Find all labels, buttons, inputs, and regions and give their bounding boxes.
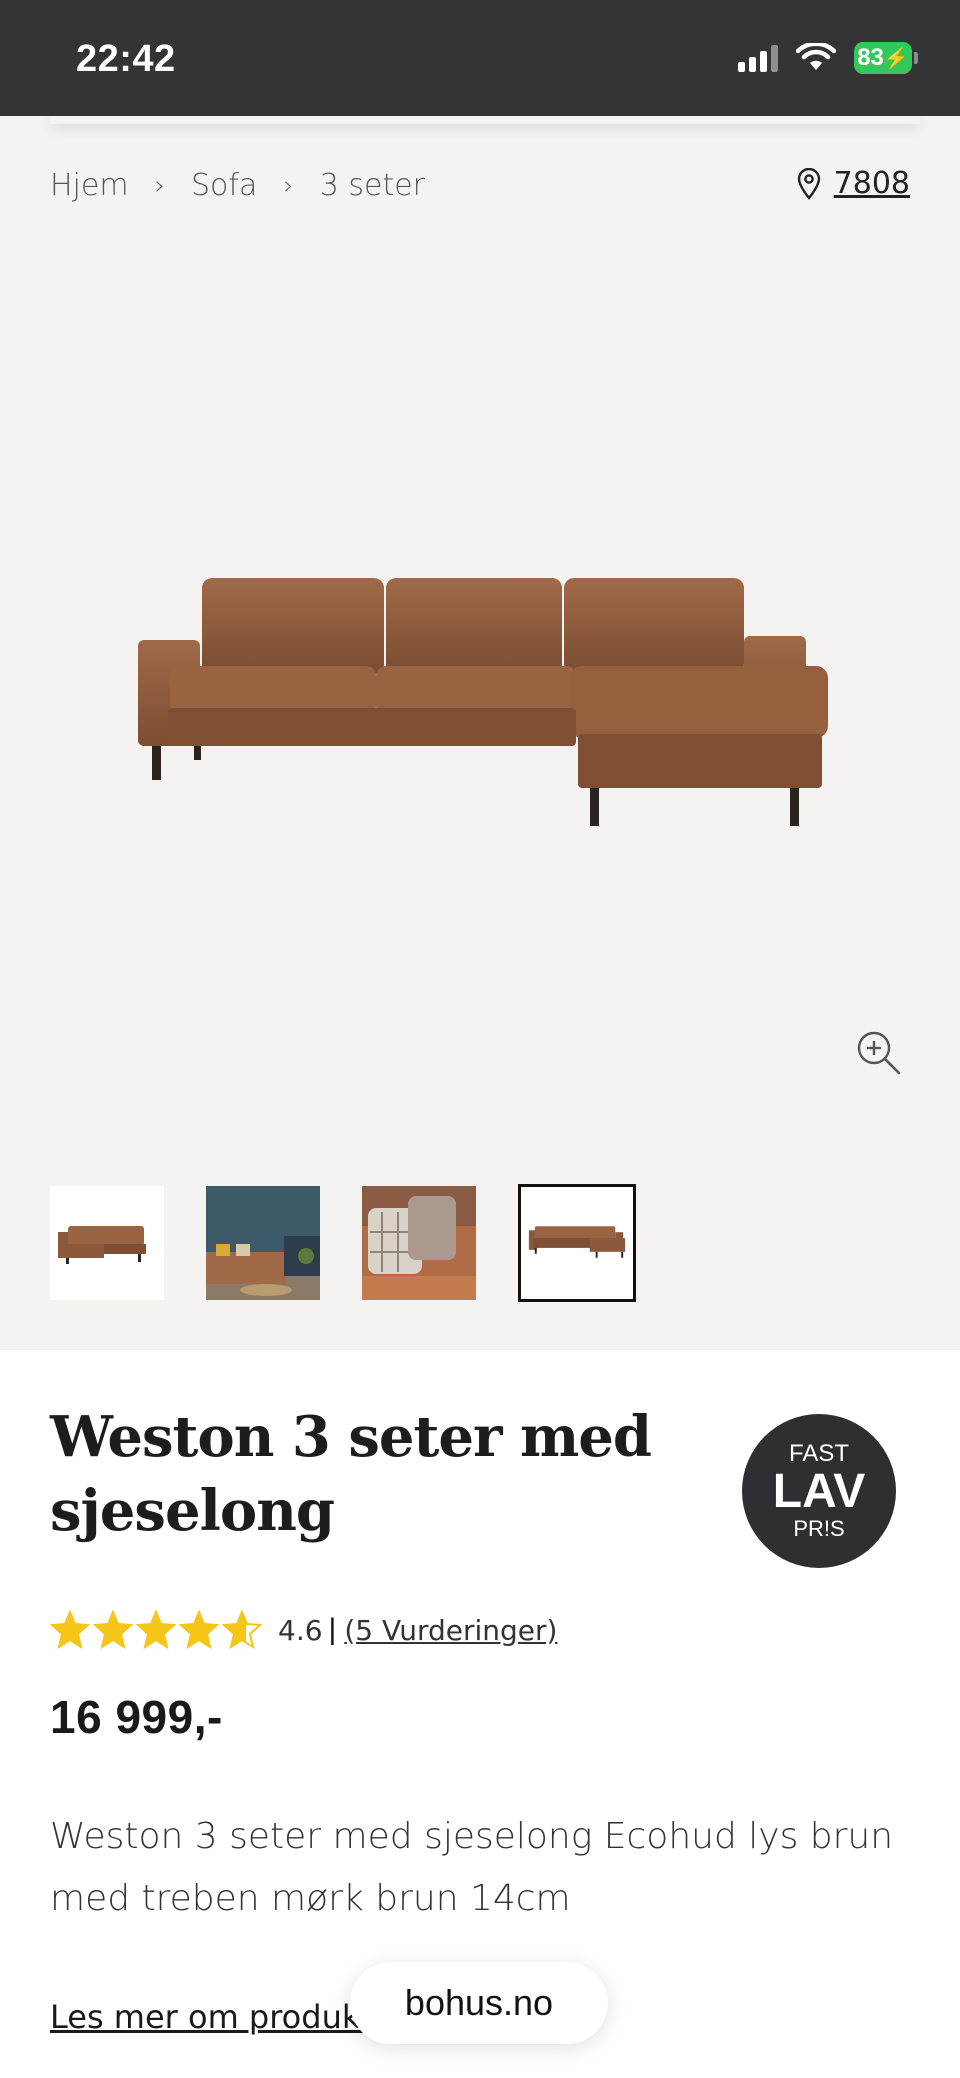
rating-stars	[50, 1610, 262, 1650]
product-description: Weston 3 seter med sjeselong Ecohud lys …	[50, 1816, 894, 1919]
location-pin-icon	[797, 167, 820, 200]
battery-level: 83	[857, 44, 884, 71]
product-price: 16 999,-	[50, 1691, 223, 1743]
wifi-icon	[796, 43, 836, 70]
store-location[interactable]: 7808	[796, 166, 910, 201]
star-icon	[222, 1610, 262, 1650]
chevron-right-icon: ›	[154, 170, 165, 201]
star-icon	[136, 1610, 176, 1650]
breadcrumb: Hjem › Sofa › 3 seter	[50, 168, 425, 203]
cellular-signal-icon	[738, 44, 778, 72]
badge-line-3: PR!S	[793, 1516, 845, 1541]
product-image-sofa[interactable]	[130, 556, 830, 956]
star-icon	[50, 1610, 90, 1650]
status-bar: 22:42 83 ⚡	[0, 0, 960, 116]
badge-line-2: LAV	[772, 1465, 866, 1518]
product-rating: 4.6 | (5 Vurderinger)	[50, 1610, 557, 1650]
star-icon	[93, 1610, 133, 1650]
read-more-link[interactable]: Les mer om produkt	[50, 1998, 373, 2036]
thumbnail-4-selected[interactable]	[518, 1184, 636, 1302]
star-icon	[179, 1610, 219, 1650]
rating-separator: |	[328, 1613, 337, 1646]
breadcrumb-3-seter[interactable]: 3 seter	[320, 168, 425, 203]
chevron-right-icon: ›	[283, 170, 294, 201]
zoom-in-icon[interactable]	[856, 1030, 902, 1076]
thumbnail-1[interactable]	[50, 1186, 164, 1300]
product-title: Weston 3 seter med sjeselong	[50, 1404, 652, 1544]
thumbnail-3[interactable]	[362, 1186, 476, 1300]
breadcrumb-sofa[interactable]: Sofa	[191, 168, 257, 203]
thumbnail-2[interactable]	[206, 1186, 320, 1300]
rating-value: 4.6	[278, 1613, 323, 1647]
browser-url-bar[interactable]: bohus.no	[350, 1962, 608, 2044]
status-time: 22:42	[76, 38, 176, 80]
postal-code-link[interactable]: 7808	[834, 166, 910, 201]
battery-icon: 83 ⚡	[854, 42, 918, 74]
product-gallery: Hjem › Sofa › 3 seter 7808	[0, 116, 960, 1350]
reviews-link[interactable]: (5 Vurderinger)	[344, 1614, 557, 1647]
fast-lav-pris-badge: FAST LAV PR!S	[742, 1414, 896, 1568]
breadcrumb-home[interactable]: Hjem	[50, 168, 129, 203]
thumbnail-strip	[50, 1184, 636, 1302]
status-icons: 83 ⚡	[738, 42, 918, 74]
